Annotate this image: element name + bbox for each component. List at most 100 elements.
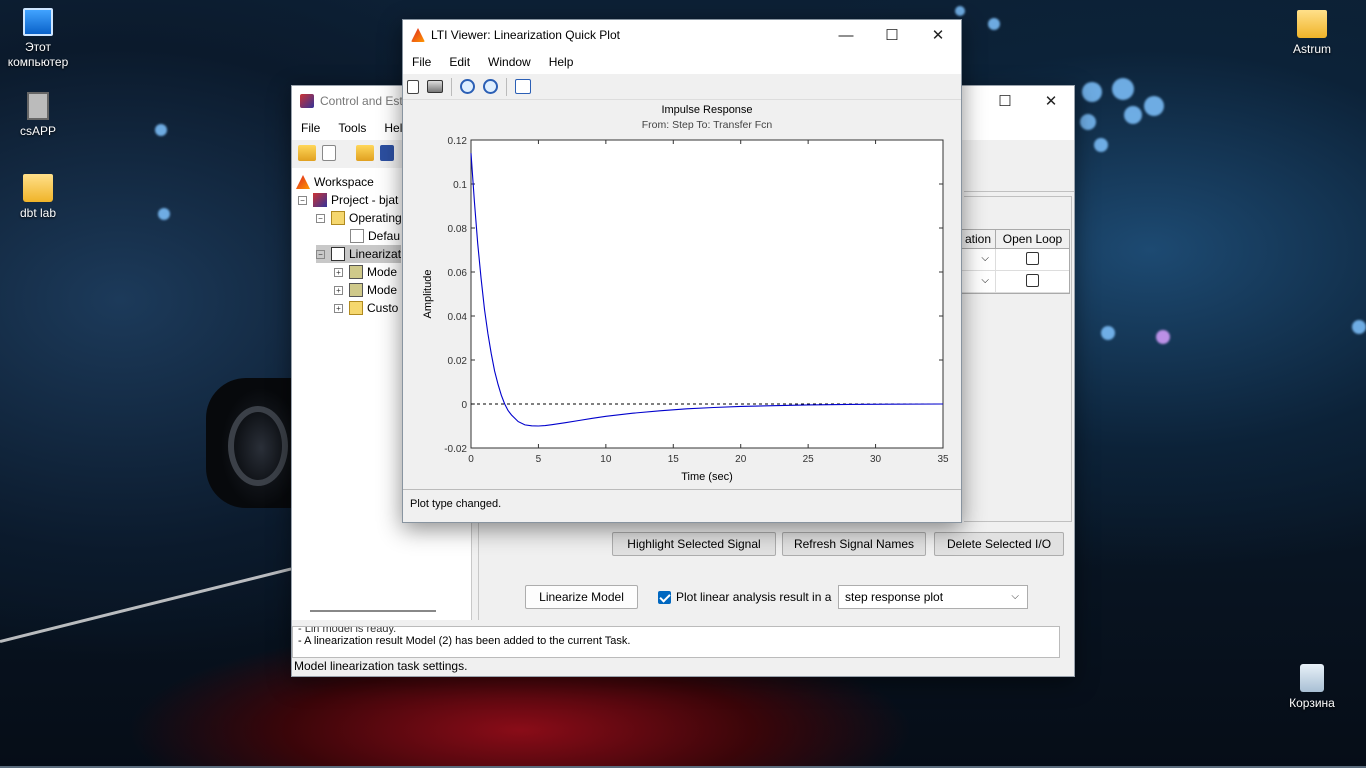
close-button[interactable]: ✕ [1028, 86, 1074, 116]
collapse-icon[interactable]: − [316, 213, 325, 223]
simulink-app-icon [300, 94, 314, 108]
tree-item-custom[interactable]: + Custo [334, 299, 398, 317]
desktop-icon-astrum[interactable]: Astrum [1274, 10, 1350, 57]
lti-viewer-window[interactable]: LTI Viewer: Linearization Quick Plot — ☐… [402, 19, 962, 523]
zoom-out-icon[interactable] [483, 79, 498, 94]
new-file-icon[interactable] [322, 145, 336, 161]
x-tick-label: 15 [668, 454, 680, 465]
bokeh-light [1080, 114, 1096, 130]
bokeh-light [1094, 138, 1108, 152]
delete-selected-io-button[interactable]: Delete Selected I/O [934, 532, 1064, 556]
plot-area[interactable]: Impulse Response From: Step To: Transfer … [403, 101, 961, 489]
menu-file[interactable]: File [403, 55, 440, 69]
lti-window-title: LTI Viewer: Linearization Quick Plot [431, 28, 620, 42]
plot-result-checkbox[interactable] [658, 590, 671, 604]
diagnostic-log[interactable]: - Lin model is ready. - A linearization … [292, 626, 1060, 658]
maximize-button[interactable]: ☐ [869, 20, 915, 50]
impulse-response-chart[interactable]: Impulse Response From: Step To: Transfer … [403, 101, 961, 489]
lti-titlebar[interactable]: LTI Viewer: Linearization Quick Plot — ☐… [403, 20, 961, 50]
model-icon [349, 283, 363, 297]
folder-icon [349, 301, 363, 315]
minimize-button[interactable]: — [823, 20, 869, 50]
horizontal-scrollbar[interactable] [310, 610, 436, 612]
y-tick-label: 0.02 [448, 356, 468, 367]
expand-icon[interactable]: + [334, 267, 343, 277]
open-loop-checkbox[interactable] [1026, 273, 1039, 287]
x-tick-label: 30 [870, 454, 882, 465]
maximize-button[interactable]: ☐ [982, 86, 1028, 116]
expand-icon[interactable]: + [334, 285, 343, 295]
computer-icon [23, 8, 53, 36]
zoom-in-icon[interactable] [460, 79, 475, 94]
grid-icon[interactable] [515, 79, 531, 94]
desktop-icon-this-pc[interactable]: Этот компьютер [0, 8, 76, 70]
desktop-icon-dbt-lab[interactable]: dbt lab [0, 174, 76, 221]
bokeh-light [1156, 330, 1170, 344]
recycle-bin-icon [1300, 664, 1324, 692]
bokeh-light [1124, 106, 1142, 124]
lti-menubar: File Edit Window Help [403, 50, 961, 74]
lti-status-bar: Plot type changed. [403, 489, 961, 522]
plot-result-label: Plot linear analysis result in a [676, 590, 832, 604]
open-loop-checkbox[interactable] [1026, 251, 1039, 265]
tree-item-workspace[interactable]: Workspace [296, 173, 374, 191]
plot-type-select[interactable]: step response plot ⌵ [838, 585, 1028, 609]
tree-item-default[interactable]: Defau [350, 227, 400, 245]
menu-file[interactable]: File [292, 121, 329, 135]
refresh-signal-names-button[interactable]: Refresh Signal Names [782, 532, 926, 556]
desktop-icon-csapp[interactable]: csAPP [0, 92, 76, 139]
collapse-icon[interactable]: − [316, 249, 325, 259]
matlab-icon [411, 28, 425, 42]
io-col-open-loop: Open Loop [1002, 232, 1063, 246]
tree-item-project[interactable]: − Project - bjat [298, 191, 398, 209]
plot-box [470, 139, 944, 449]
x-tick-label: 5 [536, 454, 542, 465]
tree-item-operating-points[interactable]: − Operating [316, 209, 402, 227]
bokeh-light [1144, 96, 1164, 116]
log-line: - A linearization result Model (2) has b… [298, 635, 631, 647]
tree-item-model-1[interactable]: + Mode [334, 263, 397, 281]
matlab-icon [296, 175, 310, 189]
save-icon[interactable] [380, 145, 394, 161]
linearize-model-button[interactable]: Linearize Model [525, 585, 638, 609]
chart-title: Impulse Response [661, 104, 752, 116]
plot-type-value: step response plot [845, 590, 944, 604]
print-icon[interactable] [427, 80, 443, 93]
menu-edit[interactable]: Edit [440, 55, 479, 69]
close-button[interactable]: ✕ [915, 20, 961, 50]
collapse-icon[interactable]: − [298, 195, 307, 205]
expand-icon[interactable]: + [334, 303, 343, 313]
lti-toolbar [403, 74, 961, 100]
tree-item-linearization[interactable]: − Linearizat [316, 245, 402, 263]
open-project-icon[interactable] [298, 145, 316, 161]
desktop-icon-recycle-bin[interactable]: Корзина [1274, 664, 1350, 711]
folder-icon [331, 211, 345, 225]
menu-help[interactable]: Help [540, 55, 583, 69]
x-tick-label: 0 [468, 454, 474, 465]
plot-result-option: Plot linear analysis result in a [658, 590, 831, 604]
y-axis-label: Amplitude [422, 270, 434, 319]
y-tick-label: 0.08 [448, 224, 468, 235]
open-folder-icon[interactable] [356, 145, 374, 161]
y-tick-label: 0.04 [448, 312, 468, 323]
x-axis-label: Time (sec) [681, 471, 733, 483]
op-point-icon [350, 229, 364, 243]
x-tick-label: 35 [937, 454, 949, 465]
tree-item-model-2[interactable]: + Mode [334, 281, 397, 299]
bokeh-light [988, 18, 1000, 30]
highlight-selected-signal-button[interactable]: Highlight Selected Signal [612, 532, 776, 556]
x-tick-label: 10 [600, 454, 612, 465]
y-tick-label: 0.1 [453, 180, 467, 191]
chevron-down-icon: ⌵ [1011, 591, 1019, 602]
menu-tools[interactable]: Tools [329, 121, 375, 135]
x-tick-label: 20 [735, 454, 747, 465]
y-tick-label: 0 [461, 400, 467, 411]
bokeh-light [1352, 320, 1366, 334]
menu-window[interactable]: Window [479, 55, 540, 69]
road-marking [0, 567, 292, 643]
bokeh-light [1082, 82, 1102, 102]
status-bar: Model linearization task settings. [292, 659, 1074, 676]
chart-subtitle: From: Step To: Transfer Fcn [642, 119, 773, 131]
app-icon [27, 92, 49, 120]
new-file-icon[interactable] [407, 79, 419, 94]
